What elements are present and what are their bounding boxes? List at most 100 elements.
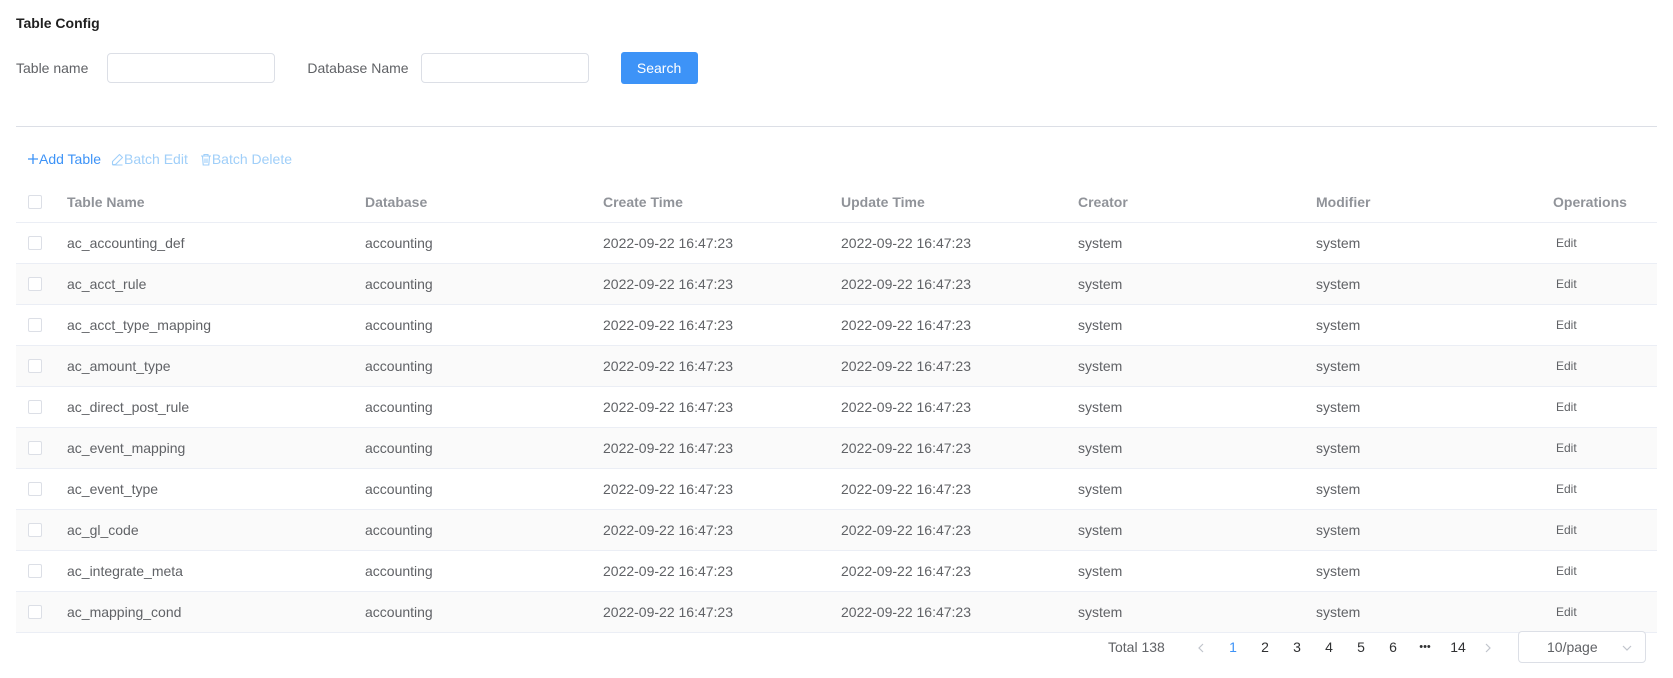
cell-table-name: ac_direct_post_rule (67, 399, 190, 415)
page-4[interactable]: 4 (1319, 631, 1339, 663)
cell-update-time: 2022-09-22 16:47:23 (841, 440, 971, 456)
batch-delete-button[interactable]: Batch Delete (200, 151, 292, 167)
cell-create-time: 2022-09-22 16:47:23 (603, 317, 733, 333)
pagination: Total 138 1 2 3 4 5 6 ••• 14 10/page (0, 631, 1673, 663)
section-divider (16, 126, 1657, 127)
cell-create-time: 2022-09-22 16:47:23 (603, 235, 733, 251)
cell-table-name: ac_acct_rule (67, 276, 147, 292)
header-update-time: Update Time (841, 194, 925, 210)
cell-table-name: ac_integrate_meta (67, 563, 183, 579)
edit-link[interactable]: Edit (1556, 400, 1577, 414)
header-modifier: Modifier (1316, 194, 1371, 210)
select-all-checkbox[interactable] (28, 195, 42, 209)
table-name-input[interactable] (107, 53, 276, 83)
edit-link[interactable]: Edit (1556, 236, 1577, 250)
page-3[interactable]: 3 (1287, 631, 1307, 663)
row-checkbox[interactable] (28, 564, 42, 578)
table-row: ac_acct_type_mapping accounting 2022-09-… (16, 305, 1657, 346)
table-row: ac_accounting_def accounting 2022-09-22 … (16, 223, 1657, 264)
page-6[interactable]: 6 (1383, 631, 1403, 663)
cell-create-time: 2022-09-22 16:47:23 (603, 276, 733, 292)
cell-modifier: system (1316, 440, 1361, 456)
cell-creator: system (1078, 399, 1123, 415)
cell-creator: system (1078, 604, 1123, 620)
cell-creator: system (1078, 317, 1123, 333)
cell-modifier: system (1316, 522, 1361, 538)
row-checkbox[interactable] (28, 441, 42, 455)
page-1[interactable]: 1 (1223, 631, 1243, 663)
trash-icon (200, 153, 212, 166)
prev-page-button[interactable] (1191, 631, 1211, 663)
edit-link[interactable]: Edit (1556, 318, 1577, 332)
cell-create-time: 2022-09-22 16:47:23 (603, 563, 733, 579)
header-create-time: Create Time (603, 194, 683, 210)
cell-create-time: 2022-09-22 16:47:23 (603, 440, 733, 456)
edit-link[interactable]: Edit (1556, 564, 1577, 578)
row-checkbox[interactable] (28, 236, 42, 250)
next-page-button[interactable] (1478, 631, 1498, 663)
cell-database: accounting (365, 481, 433, 497)
row-checkbox[interactable] (28, 523, 42, 537)
total-count: Total 138 (1108, 639, 1165, 655)
table-row: ac_acct_rule accounting 2022-09-22 16:47… (16, 264, 1657, 305)
batch-delete-label: Batch Delete (211, 151, 293, 167)
edit-link[interactable]: Edit (1556, 482, 1577, 496)
row-checkbox[interactable] (28, 359, 42, 373)
cell-creator: system (1078, 522, 1123, 538)
page-size-select[interactable]: 10/page (1518, 631, 1646, 663)
cell-update-time: 2022-09-22 16:47:23 (841, 522, 971, 538)
table-row: ac_event_type accounting 2022-09-22 16:4… (16, 469, 1657, 510)
row-checkbox[interactable] (28, 605, 42, 619)
more-pages-ellipsis[interactable]: ••• (1415, 631, 1435, 663)
chevron-left-icon (1198, 643, 1204, 653)
page-size-value: 10/page (1547, 639, 1598, 655)
cell-creator: system (1078, 563, 1123, 579)
cell-modifier: system (1316, 235, 1361, 251)
cell-table-name: ac_amount_type (67, 358, 171, 374)
cell-create-time: 2022-09-22 16:47:23 (603, 358, 733, 374)
cell-update-time: 2022-09-22 16:47:23 (841, 276, 971, 292)
page-14[interactable]: 14 (1445, 631, 1471, 663)
table-row: ac_integrate_meta accounting 2022-09-22 … (16, 551, 1657, 592)
edit-link[interactable]: Edit (1556, 359, 1577, 373)
cell-modifier: system (1316, 276, 1361, 292)
edit-link[interactable]: Edit (1556, 523, 1577, 537)
cell-update-time: 2022-09-22 16:47:23 (841, 604, 971, 620)
row-checkbox[interactable] (28, 318, 42, 332)
cell-database: accounting (365, 358, 433, 374)
cell-database: accounting (365, 276, 433, 292)
batch-edit-button[interactable]: Batch Edit (111, 151, 188, 167)
chevron-down-icon (1622, 645, 1632, 651)
page-title: Table Config (16, 15, 100, 31)
table-row: ac_direct_post_rule accounting 2022-09-2… (16, 387, 1657, 428)
cell-modifier: system (1316, 317, 1361, 333)
cell-update-time: 2022-09-22 16:47:23 (841, 235, 971, 251)
search-button[interactable]: Search (620, 52, 698, 84)
page-5[interactable]: 5 (1351, 631, 1371, 663)
cell-creator: system (1078, 481, 1123, 497)
cell-modifier: system (1316, 358, 1361, 374)
table-row: ac_amount_type accounting 2022-09-22 16:… (16, 346, 1657, 387)
row-checkbox[interactable] (28, 400, 42, 414)
cell-update-time: 2022-09-22 16:47:23 (841, 358, 971, 374)
header-database: Database (365, 194, 428, 210)
cell-database: accounting (365, 317, 433, 333)
cell-creator: system (1078, 276, 1123, 292)
cell-creator: system (1078, 235, 1123, 251)
row-checkbox[interactable] (28, 277, 42, 291)
header-operations: Operations (1553, 194, 1627, 210)
header-table-name: Table Name (67, 194, 145, 210)
cell-table-name: ac_accounting_def (67, 235, 185, 251)
row-checkbox[interactable] (28, 482, 42, 496)
page-2[interactable]: 2 (1255, 631, 1275, 663)
table-toolbar: Add Table Batch Edit Batch Delete (27, 151, 292, 167)
edit-link[interactable]: Edit (1556, 605, 1577, 619)
cell-update-time: 2022-09-22 16:47:23 (841, 317, 971, 333)
cell-creator: system (1078, 440, 1123, 456)
database-name-input[interactable] (420, 53, 589, 83)
add-table-button[interactable]: Add Table (27, 151, 101, 167)
table-row: ac_mapping_cond accounting 2022-09-22 16… (16, 592, 1657, 633)
database-name-label: Database Name (307, 60, 409, 76)
edit-link[interactable]: Edit (1556, 277, 1577, 291)
edit-link[interactable]: Edit (1556, 441, 1577, 455)
